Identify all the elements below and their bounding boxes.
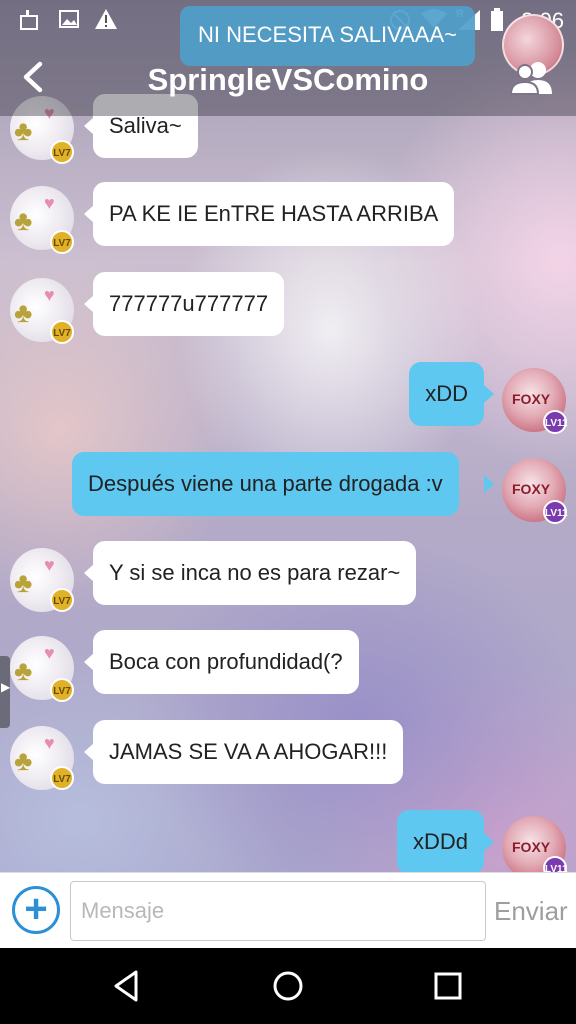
send-button[interactable]: Enviar	[494, 881, 576, 941]
foxy-character-icon: FOXY	[512, 391, 551, 407]
outgoing-message[interactable]: Después viene una parte drogada :v	[72, 452, 459, 516]
level-badge: LV7	[50, 140, 74, 164]
foxy-character-icon: FOXY	[512, 839, 551, 855]
plus-icon: +	[24, 887, 48, 931]
heart-icon: ♥	[44, 733, 55, 753]
pinned-message-banner[interactable]: NI NECESITA SALIVAAA~	[180, 6, 476, 66]
incoming-message[interactable]: PA KE IE EnTRE HASTA ARRIBA	[93, 182, 455, 246]
incoming-message[interactable]: Boca con profundidad(?	[93, 630, 359, 694]
level-badge: LV7	[50, 588, 74, 612]
system-nav-bar	[0, 948, 576, 1024]
character-icon: ♣	[14, 567, 33, 598]
bubble-tail	[484, 385, 494, 403]
warning-icon	[94, 8, 118, 36]
recents-square-icon[interactable]	[428, 966, 468, 1006]
home-circle-icon[interactable]	[268, 966, 308, 1006]
drawer-handle[interactable]: ▶	[0, 656, 10, 728]
bubble-tail	[484, 833, 494, 851]
image-icon	[58, 8, 80, 36]
message-composer: + Enviar	[0, 872, 576, 948]
character-icon: ♣	[14, 205, 33, 236]
heart-icon: ♥	[44, 643, 55, 663]
character-icon: ♣	[14, 115, 33, 146]
level-badge: LV7	[50, 678, 74, 702]
battery-icon	[490, 8, 504, 38]
add-attachment-button[interactable]: +	[12, 886, 60, 934]
outgoing-message[interactable]: xDD	[409, 362, 484, 426]
back-triangle-icon[interactable]	[108, 966, 148, 1006]
incoming-message[interactable]: 777777u777777	[93, 272, 285, 336]
incoming-message[interactable]: Y si se inca no es para rezar~	[93, 541, 417, 605]
outgoing-message[interactable]: xDDd	[396, 810, 484, 874]
group-icon	[509, 62, 552, 95]
character-icon: ♣	[14, 297, 33, 328]
level-badge: LV7	[50, 766, 74, 790]
level-badge: LV11	[543, 500, 568, 524]
chat-title: SpringleVSComino	[147, 62, 429, 97]
foxy-character-icon: FOXY	[512, 481, 551, 497]
character-icon: ♣	[14, 745, 33, 776]
heart-icon: ♥	[44, 285, 55, 305]
chevron-right-icon: ▶	[1, 680, 11, 694]
bubble-tail	[484, 475, 494, 493]
level-badge: LV11	[543, 410, 568, 434]
members-button[interactable]	[508, 60, 556, 96]
cleaner-icon	[18, 8, 40, 36]
heart-icon: ♥	[44, 555, 55, 575]
level-badge: LV7	[50, 320, 74, 344]
message-input[interactable]	[70, 881, 486, 941]
character-icon: ♣	[14, 655, 33, 686]
level-badge: LV7	[50, 230, 74, 254]
incoming-message[interactable]: JAMAS SE VA A AHOGAR!!!	[93, 720, 404, 784]
heart-icon: ♥	[44, 193, 55, 213]
